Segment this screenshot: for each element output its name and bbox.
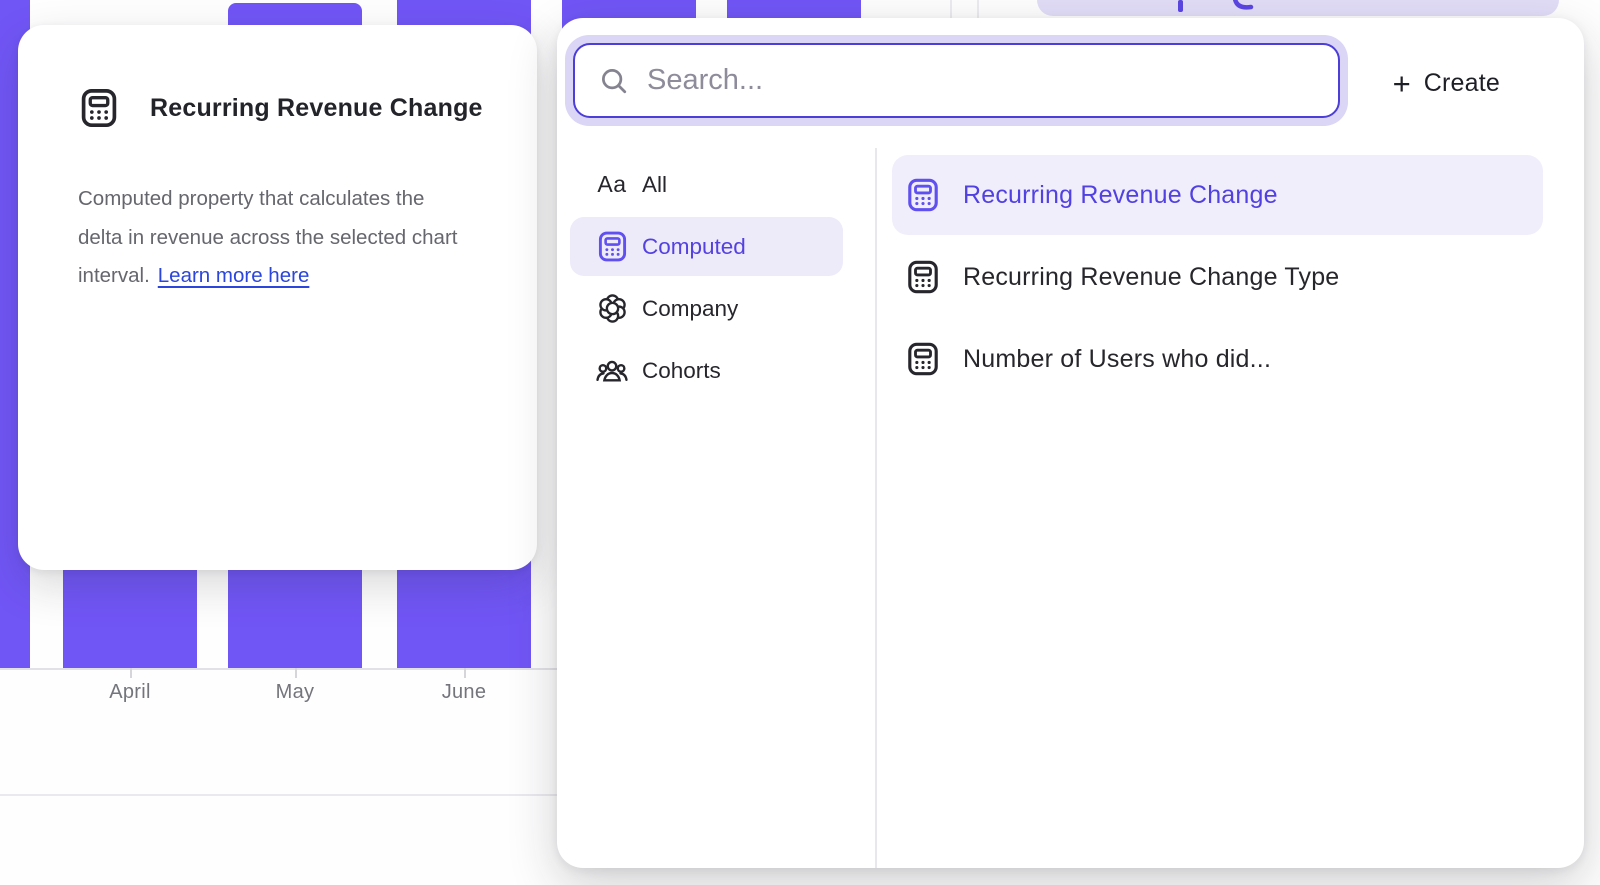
x-axis-tick <box>130 668 132 678</box>
tooltip-title: Recurring Revenue Change <box>150 94 483 123</box>
x-axis-label: June <box>442 681 487 704</box>
calculator-icon <box>905 341 941 377</box>
tooltip-description: Computed property that calculates the de… <box>78 180 528 296</box>
learn-more-link[interactable]: Learn more here <box>158 264 310 287</box>
result-item-label: Recurring Revenue Change <box>963 181 1278 210</box>
text-descender <box>1178 0 1183 12</box>
x-axis-label: May <box>276 681 315 704</box>
description-line-end: interval. <box>78 264 150 287</box>
app-stage: April May June Recurring Revenue Change Co… <box>0 0 1600 885</box>
highlighted-token-pill <box>1037 0 1559 16</box>
filter-list: Aa All Computed <box>570 155 843 403</box>
text-style-icon: Aa <box>595 171 629 198</box>
create-button[interactable]: + Create <box>1393 64 1500 102</box>
calculator-icon <box>595 230 629 263</box>
results-list: Recurring Revenue Change Recurring Reven… <box>892 155 1543 401</box>
result-item-label: Recurring Revenue Change Type <box>963 263 1339 292</box>
description-line: interval. Learn more here <box>78 257 528 296</box>
search-box[interactable] <box>573 43 1340 118</box>
tooltip-header: Recurring Revenue Change <box>78 87 483 129</box>
cohorts-icon <box>595 354 629 388</box>
description-line: Computed property that calculates the <box>78 180 528 219</box>
description-line: delta in revenue across the selected cha… <box>78 219 528 258</box>
filter-item-computed[interactable]: Computed <box>570 217 843 276</box>
calculator-icon <box>78 87 120 129</box>
property-selector-panel: + Create Aa All <box>557 18 1584 868</box>
text-descender <box>1233 0 1259 14</box>
result-item[interactable]: Recurring Revenue Change Type <box>892 237 1543 317</box>
property-tooltip-card: Recurring Revenue Change Computed proper… <box>18 25 537 570</box>
search-icon <box>599 66 629 96</box>
filter-item-label: Cohorts <box>642 358 721 384</box>
filter-item-label: All <box>642 172 667 198</box>
x-axis-tick <box>464 668 466 678</box>
company-icon <box>595 292 629 325</box>
filter-item-company[interactable]: Company <box>570 279 843 338</box>
create-button-label: Create <box>1424 69 1500 98</box>
calculator-icon <box>905 259 941 295</box>
calculator-icon <box>905 177 941 213</box>
result-item-label: Number of Users who did... <box>963 345 1271 374</box>
plus-icon: + <box>1393 68 1411 99</box>
result-item[interactable]: Recurring Revenue Change <box>892 155 1543 235</box>
panel-divider <box>875 148 877 868</box>
filter-item-label: Computed <box>642 234 746 260</box>
filter-item-cohorts[interactable]: Cohorts <box>570 341 843 400</box>
x-axis-tick <box>295 668 297 678</box>
x-axis-label: April <box>109 681 151 704</box>
filter-item-label: Company <box>642 296 738 322</box>
search-input[interactable] <box>647 51 1338 111</box>
search-input-halo <box>565 35 1348 126</box>
result-item[interactable]: Number of Users who did... <box>892 319 1543 399</box>
filter-item-all[interactable]: Aa All <box>570 155 843 214</box>
